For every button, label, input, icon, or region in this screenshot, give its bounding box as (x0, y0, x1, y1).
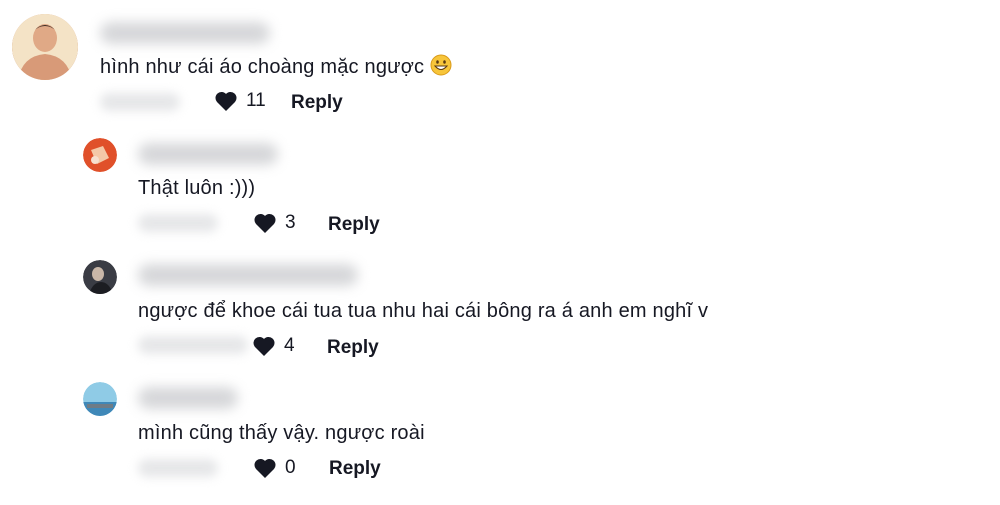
like-button[interactable]: 4 (252, 335, 295, 357)
avatar[interactable] (12, 14, 78, 80)
like-count: 0 (285, 457, 296, 478)
timestamp-blurred (138, 336, 248, 354)
comment-item: hình như cái áo choàng mặc ngược 11 Repl… (0, 0, 1000, 125)
username-blurred[interactable] (100, 22, 270, 44)
reply-button[interactable]: Reply (327, 337, 379, 359)
username-blurred[interactable] (138, 143, 278, 165)
reply-button[interactable]: Reply (328, 214, 380, 236)
avatar[interactable] (83, 138, 117, 172)
heart-icon (254, 458, 276, 478)
username-blurred[interactable] (138, 264, 358, 286)
grinning-face-icon (430, 54, 452, 83)
reply-item: ngược để khoe cái tua tua nhu hai cái bô… (0, 250, 1000, 375)
reply-button[interactable]: Reply (291, 92, 343, 114)
comment-text: hình như cái áo choàng mặc ngược (100, 54, 452, 83)
comment-text: mình cũng thấy vậy. ngược roài (138, 422, 425, 444)
like-count: 11 (246, 90, 266, 111)
reply-button[interactable]: Reply (329, 458, 381, 480)
like-button[interactable]: 11 (214, 90, 266, 112)
comment-text: ngược để khoe cái tua tua nhu hai cái bô… (138, 300, 709, 322)
heart-icon (254, 213, 276, 233)
timestamp-blurred (138, 214, 218, 232)
like-count: 4 (284, 335, 295, 356)
reply-item: mình cũng thấy vậy. ngược roài 0 Reply (0, 375, 1000, 505)
like-count: 3 (285, 212, 296, 233)
avatar[interactable] (83, 260, 117, 294)
like-button[interactable]: 3 (253, 212, 296, 234)
comment-text: Thật luôn :))) (138, 177, 256, 199)
username-blurred[interactable] (138, 387, 238, 409)
heart-icon (253, 336, 275, 356)
reply-item: Thật luôn :))) 3 Reply (0, 125, 1000, 250)
timestamp-blurred (138, 459, 218, 477)
heart-icon (215, 91, 237, 111)
avatar[interactable] (83, 382, 117, 416)
like-button[interactable]: 0 (253, 457, 296, 479)
timestamp-blurred (100, 93, 180, 111)
